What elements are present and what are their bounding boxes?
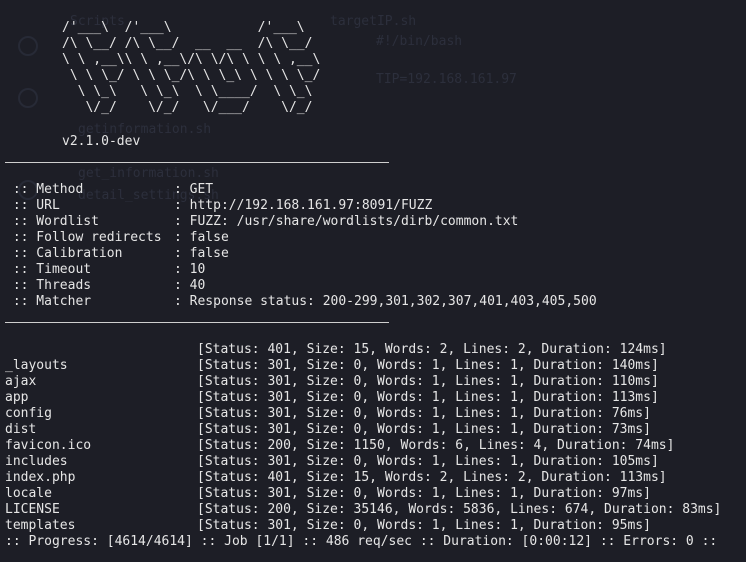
terminal-output: /'___\ /'___\ /'___\ /\ \__/ /\ \__/ __ … [0, 0, 746, 562]
result-status: [Status: 301, Size: 0, Words: 1, Lines: … [197, 422, 651, 437]
config-value: : FUZZ: /usr/share/wordlists/dirb/common… [174, 214, 519, 229]
config-key: :: URL [5, 198, 170, 213]
config-key: :: Wordlist [5, 214, 170, 229]
config-value: : 10 [174, 262, 206, 277]
config-key: :: Timeout [5, 262, 170, 277]
result-status: [Status: 301, Size: 0, Words: 1, Lines: … [197, 454, 659, 469]
config-key: :: Matcher [5, 294, 170, 309]
divider-bottom [5, 322, 389, 323]
result-status: [Status: 301, Size: 0, Words: 1, Lines: … [197, 406, 651, 421]
result-status: [Status: 301, Size: 0, Words: 1, Lines: … [197, 518, 651, 533]
result-status: [Status: 301, Size: 0, Words: 1, Lines: … [197, 486, 651, 501]
result-path: dist [5, 422, 37, 437]
config-value: : false [174, 230, 229, 245]
result-path: _layouts [5, 358, 68, 373]
result-path: includes [5, 454, 68, 469]
result-status: [Status: 200, Size: 35146, Words: 5836, … [197, 502, 722, 517]
config-value: : http://192.168.161.97:8091/FUZZ [174, 198, 433, 213]
result-path: LICENSE [5, 502, 60, 517]
config-key: :: Method [5, 182, 170, 197]
config-value: : false [174, 246, 229, 261]
result-status: [Status: 401, Size: 15, Words: 2, Lines:… [197, 342, 667, 357]
config-key: :: Threads [5, 278, 170, 293]
config-key: :: Calibration [5, 246, 170, 261]
result-path: locale [5, 486, 52, 501]
version-label: v2.1.0-dev [62, 134, 141, 149]
result-status: [Status: 301, Size: 0, Words: 1, Lines: … [197, 358, 659, 373]
divider-top [5, 162, 389, 163]
result-status: [Status: 200, Size: 1150, Words: 6, Line… [197, 438, 675, 453]
result-path: app [5, 390, 29, 405]
result-path: templates [5, 518, 76, 533]
progress-line: :: Progress: [4614/4614] :: Job [1/1] ::… [5, 534, 718, 549]
result-status: [Status: 301, Size: 0, Words: 1, Lines: … [197, 374, 659, 389]
result-path: config [5, 406, 52, 421]
config-value: : GET [174, 182, 214, 197]
result-path: favicon.ico [5, 438, 92, 453]
ffuf-ascii-banner: /'___\ /'___\ /'___\ /\ \__/ /\ \__/ __ … [62, 20, 321, 115]
config-key: :: Follow redirects [5, 230, 170, 245]
config-value: : 40 [174, 278, 206, 293]
result-path: index.php [5, 470, 76, 485]
result-status: [Status: 401, Size: 15, Words: 2, Lines:… [197, 470, 667, 485]
result-path: ajax [5, 374, 37, 389]
result-status: [Status: 301, Size: 0, Words: 1, Lines: … [197, 390, 659, 405]
config-value: : Response status: 200-299,301,302,307,4… [174, 294, 597, 309]
